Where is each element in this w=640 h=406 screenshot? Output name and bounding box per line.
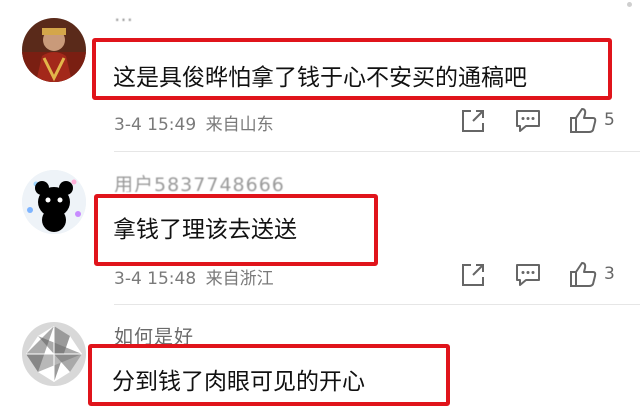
reply-button[interactable] bbox=[514, 262, 542, 288]
thumbs-up-icon bbox=[570, 262, 597, 287]
comment-icon bbox=[516, 110, 540, 132]
comment-text: 分到钱了肉眼可见的开心 bbox=[112, 369, 365, 395]
share-button[interactable] bbox=[460, 262, 486, 288]
comment-icon bbox=[516, 264, 540, 286]
username[interactable]: 用户5837748666 bbox=[114, 170, 285, 192]
comment-text: 拿钱了理该去送送 bbox=[113, 217, 297, 243]
share-icon bbox=[462, 264, 484, 286]
avatar[interactable] bbox=[22, 322, 86, 386]
timestamp: 3-4 15:48 bbox=[114, 269, 197, 289]
like-button[interactable]: 5 bbox=[568, 106, 615, 134]
comment-item: 如何是好 分到钱了肉眼可见的开心 bbox=[0, 304, 640, 406]
avatar[interactable] bbox=[22, 170, 86, 234]
avatar[interactable] bbox=[22, 18, 86, 82]
like-button[interactable]: 3 bbox=[568, 260, 615, 288]
share-icon bbox=[462, 110, 484, 132]
username[interactable]: … bbox=[114, 4, 134, 22]
comment-meta: 3-4 15:48 来自浙江 bbox=[114, 264, 274, 289]
like-count: 3 bbox=[604, 264, 615, 284]
share-button[interactable] bbox=[460, 108, 486, 134]
reply-button[interactable] bbox=[514, 108, 542, 134]
comment-text: 这是具俊晔怕拿了钱于心不安买的通稿吧 bbox=[113, 65, 527, 91]
comment-item: … 这是具俊晔怕拿了钱于心不安买的通稿吧 3-4 15:49 来自山东 5 bbox=[0, 0, 640, 152]
username[interactable]: 如何是好 bbox=[114, 322, 194, 348]
thumbs-up-icon bbox=[570, 108, 597, 133]
comment-item: 用户5837748666 拿钱了理该去送送 3-4 15:48 来自浙江 3 bbox=[0, 152, 640, 305]
location: 来自浙江 bbox=[205, 269, 274, 289]
like-count: 5 bbox=[604, 110, 615, 130]
timestamp: 3-4 15:49 bbox=[114, 115, 197, 135]
location: 来自山东 bbox=[205, 115, 274, 135]
comment-meta: 3-4 15:49 来自山东 bbox=[114, 110, 274, 135]
